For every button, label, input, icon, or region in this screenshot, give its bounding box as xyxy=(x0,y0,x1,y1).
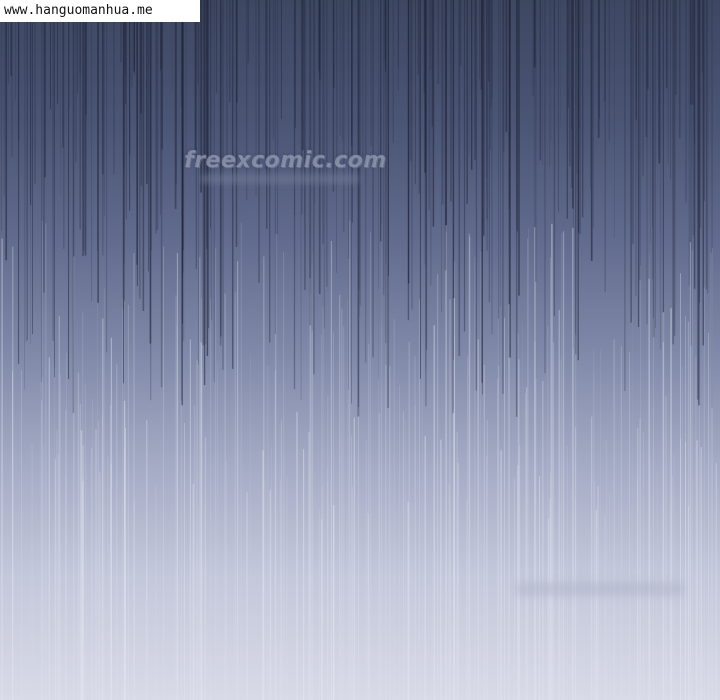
watermark-blur xyxy=(200,174,360,184)
site-watermark: freexcomic.com xyxy=(184,148,387,173)
comic-panel: freexcomic.com www.hanguomanhua.me xyxy=(0,0,720,700)
source-url-badge: www.hanguomanhua.me xyxy=(0,0,200,22)
corner-watermark-blur xyxy=(515,582,685,596)
